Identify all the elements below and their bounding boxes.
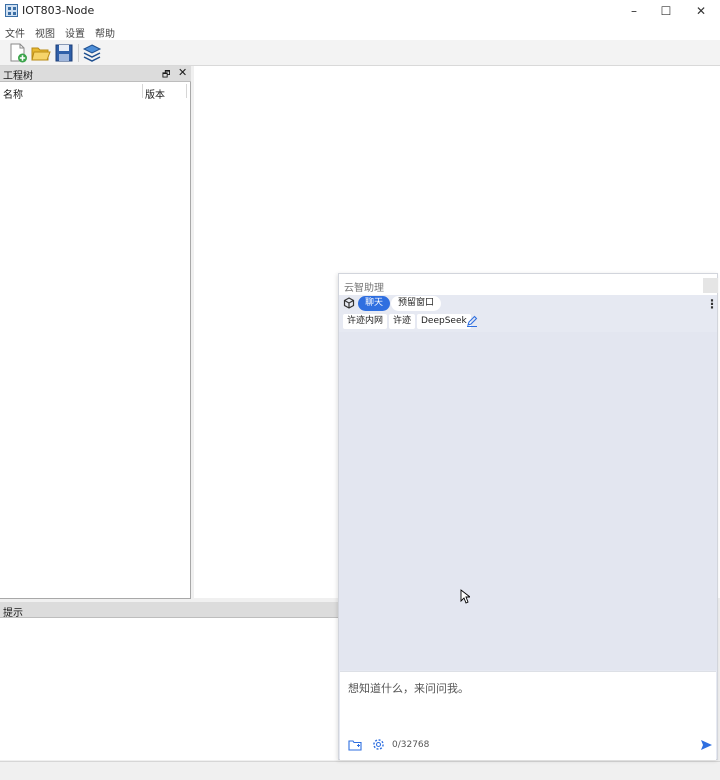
toolbar bbox=[0, 40, 720, 66]
column-header-name[interactable]: 名称 bbox=[3, 86, 23, 101]
model-chip-intranet[interactable]: 许迹内网 bbox=[343, 314, 388, 329]
menu-view[interactable]: 视图 bbox=[35, 25, 55, 40]
save-icon[interactable] bbox=[54, 43, 74, 63]
edit-icon[interactable] bbox=[466, 315, 478, 327]
status-bar bbox=[0, 761, 720, 780]
char-count: 0/32768 bbox=[392, 740, 430, 750]
toolbar-separator bbox=[78, 44, 79, 62]
chat-input[interactable] bbox=[346, 677, 690, 699]
send-icon[interactable] bbox=[700, 739, 713, 751]
chat-message-area[interactable] bbox=[339, 332, 717, 670]
hint-panel bbox=[0, 618, 340, 760]
close-button[interactable]: ✕ bbox=[684, 0, 718, 22]
new-file-icon[interactable] bbox=[8, 43, 28, 63]
window-title: IOT803-Node bbox=[22, 4, 95, 17]
minimize-button[interactable]: – bbox=[617, 0, 651, 22]
hint-panel-title: 提示 bbox=[3, 608, 23, 619]
title-bar bbox=[0, 0, 720, 22]
app-icon bbox=[5, 4, 18, 17]
menu-file[interactable]: 文件 bbox=[5, 25, 25, 40]
model-chip-deepseek[interactable]: DeepSeek bbox=[417, 314, 471, 329]
menu-help[interactable]: 帮助 bbox=[95, 25, 115, 40]
project-tree-title: 工程树 bbox=[3, 71, 33, 82]
hint-panel-header bbox=[0, 602, 340, 618]
column-divider[interactable] bbox=[186, 84, 187, 98]
close-dock-button[interactable]: ✕ bbox=[178, 66, 187, 79]
column-divider[interactable] bbox=[142, 84, 143, 98]
assistant-title: 云智助理 bbox=[344, 283, 384, 294]
tab-reserved-window[interactable]: 预留窗口 bbox=[391, 296, 442, 311]
layers-icon[interactable] bbox=[82, 43, 102, 63]
cube-icon[interactable] bbox=[343, 297, 355, 309]
project-tree-panel[interactable] bbox=[0, 82, 191, 599]
maximize-button[interactable]: ☐ bbox=[649, 0, 683, 22]
mouse-cursor-icon bbox=[460, 589, 472, 604]
model-chip-xuji[interactable]: 许迹 bbox=[389, 314, 416, 329]
column-header-version[interactable]: 版本 bbox=[145, 86, 165, 101]
menu-settings[interactable]: 设置 bbox=[65, 25, 85, 40]
float-dock-button[interactable]: 🗗 bbox=[162, 67, 170, 83]
gear-icon[interactable] bbox=[372, 738, 385, 751]
assistant-header bbox=[339, 274, 717, 295]
open-folder-icon[interactable] bbox=[31, 43, 51, 63]
folder-icon[interactable] bbox=[348, 739, 362, 751]
assistant-header-button[interactable] bbox=[703, 278, 718, 293]
more-options-icon[interactable]: ⋮ bbox=[706, 297, 718, 311]
tab-chat[interactable]: 聊天 bbox=[358, 296, 391, 311]
